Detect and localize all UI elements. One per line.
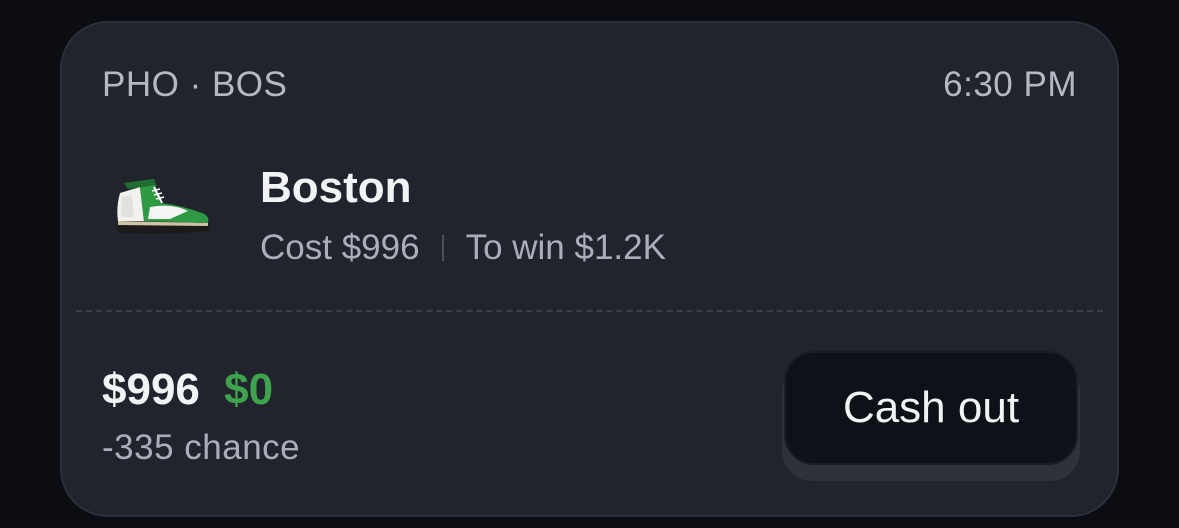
team-name: Boston xyxy=(260,163,412,212)
green-sneaker-icon xyxy=(116,179,210,234)
separator xyxy=(441,235,444,261)
cash-out-button[interactable]: Cash out xyxy=(784,351,1078,465)
current-value: $996 xyxy=(102,365,200,414)
dashed-divider xyxy=(76,310,1103,312)
game-time: 6:30 PM xyxy=(943,65,1077,104)
value-row: $996 $0 xyxy=(102,365,273,415)
bet-card[interactable]: PHO · BOS 6:30 PM Boston Cost $996 To wi… xyxy=(60,21,1119,517)
matchup-label: PHO · BOS xyxy=(102,65,288,104)
chance-text: -335 chance xyxy=(102,428,301,467)
bet-details: Cost $996 To win $1.2K xyxy=(260,228,666,268)
to-win-text: To win $1.2K xyxy=(465,228,666,267)
cost-text: Cost $996 xyxy=(260,228,420,267)
profit-value: $0 xyxy=(224,365,274,414)
